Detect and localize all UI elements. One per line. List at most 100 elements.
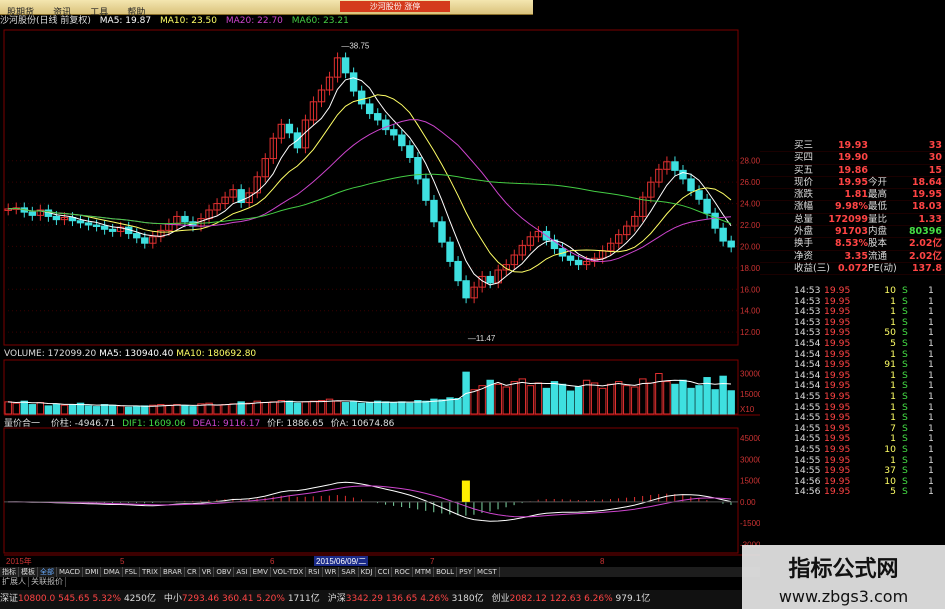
quote-value-right: 137.8 xyxy=(911,262,942,274)
high-annotation: —38.75 xyxy=(341,42,370,51)
volume-bar xyxy=(687,387,695,415)
candle xyxy=(574,259,583,266)
index-quote-field: 4.26% xyxy=(420,594,449,604)
volume-bar xyxy=(663,381,671,415)
indicator-tick-label: 15000 xyxy=(740,477,760,486)
tick-count: 1 xyxy=(928,390,934,402)
indicator-tab[interactable]: BRAR xyxy=(161,567,185,577)
quote-value-right: 19.95 xyxy=(911,189,942,201)
indicator-tab[interactable]: CR xyxy=(185,567,200,577)
month-label: 8 xyxy=(600,557,605,566)
indicator-tab[interactable]: PSY xyxy=(457,567,476,577)
watermark-url: www.zbgs3.com xyxy=(778,587,909,606)
candle xyxy=(486,275,494,284)
volume-bar xyxy=(341,402,350,415)
candle xyxy=(687,178,695,192)
quote-row: 现价 19.95 今开 18.64 xyxy=(760,176,945,190)
candle xyxy=(454,260,462,282)
indicator-tab[interactable]: MCST xyxy=(475,567,500,577)
candle xyxy=(438,221,446,243)
tick-count: 1 xyxy=(928,443,934,455)
volume-ma-line xyxy=(7,379,732,407)
indicator-tab[interactable]: VOL-TDX xyxy=(271,567,307,577)
index-quote[interactable]: 深证10800.0 545.65 5.32% 4250亿 xyxy=(0,594,156,604)
volume-bar xyxy=(92,406,101,415)
indicator-tab[interactable]: KDJ xyxy=(359,567,376,577)
index-quote-field: 360.41 xyxy=(221,594,254,604)
price-tick-label: 20.00 xyxy=(740,242,760,251)
quote-panel: 买三 19.93 33 买四 19.90 30 买五 19.86 15 现价 19.95 今开 18.6… xyxy=(760,140,945,276)
volume-bar xyxy=(590,382,599,415)
candle xyxy=(141,237,149,244)
volume-tick-label: 15000 xyxy=(740,390,760,399)
quote-value: 19.90 xyxy=(837,152,868,164)
indicator-tick-label: 45000 xyxy=(740,434,760,443)
volume-bar xyxy=(28,404,37,415)
volume-bar xyxy=(141,405,149,415)
volume-bar xyxy=(406,402,414,415)
indicator-tab[interactable]: 全部 xyxy=(38,567,57,577)
indicator-tab[interactable]: ROC xyxy=(392,567,413,577)
volume-bar xyxy=(277,400,286,415)
tick-count: 1 xyxy=(928,285,934,296)
indicator-tab[interactable]: CCI xyxy=(376,567,393,577)
quote-value: 19.95 xyxy=(837,176,868,188)
index-quote-field: 122.63 xyxy=(549,594,582,604)
volume-bar xyxy=(333,400,342,415)
indicator-tab[interactable]: EMV xyxy=(251,567,271,577)
quote-value: 9.98% xyxy=(835,201,868,213)
index-quote-field: 979.1亿 xyxy=(615,594,651,604)
candle xyxy=(414,157,422,180)
indicator-tab[interactable]: WR xyxy=(323,567,340,577)
quote-value-right: 33 xyxy=(928,140,942,151)
volume-bar xyxy=(52,403,61,415)
indicator-tab[interactable]: RSI xyxy=(306,567,323,577)
index-quote[interactable]: 创业2082.12 122.63 6.26% 979.1亿 xyxy=(492,594,651,604)
volume-bar xyxy=(36,402,45,415)
indicator-tab[interactable]: ASI xyxy=(234,567,251,577)
indicator-tab[interactable]: DMI xyxy=(83,567,102,577)
volume-bar xyxy=(189,406,197,415)
indicator-tab[interactable]: MACD xyxy=(57,567,83,577)
indicator-tab[interactable]: MTM xyxy=(413,567,435,577)
tick-row: 14:54 19.95 5 S 1 xyxy=(788,338,945,350)
indicator-tab[interactable]: VR xyxy=(200,567,215,577)
indicator-tab[interactable]: TRIX xyxy=(140,567,161,577)
candle xyxy=(422,178,430,201)
watermark-title: 指标公式网 xyxy=(788,557,899,582)
indicator-tab[interactable]: FSL xyxy=(123,567,140,577)
tick-price: 19.95 xyxy=(824,285,851,296)
quote-row: 涨幅 9.98% 最低 18.03 xyxy=(760,201,945,214)
indicator-tab[interactable]: BOLL xyxy=(434,567,458,577)
quote-label: 现价 xyxy=(794,176,814,188)
volume-bar xyxy=(261,402,269,415)
volume-bar xyxy=(285,400,294,415)
indicator-tab[interactable]: DMA xyxy=(101,567,123,577)
kline-chart[interactable]: 28.00 26.00 24.00 22.00 20.00 18.00 16.00 14.00… xyxy=(0,0,760,567)
sub-tab[interactable]: 扩展人 xyxy=(0,577,29,587)
candle xyxy=(390,129,398,136)
index-quote-field: 5.20% xyxy=(256,594,285,604)
index-quote-field: 4250亿 xyxy=(123,594,156,604)
quote-label: 换手 xyxy=(794,238,814,250)
jiaa-readout: 价A: 10674.86 xyxy=(330,419,395,429)
indicator-tab[interactable]: OBV xyxy=(214,567,235,577)
quote-label-right: 内盘 xyxy=(868,226,888,238)
sub-tab[interactable]: 关联报价 xyxy=(29,577,66,587)
candle xyxy=(406,145,414,158)
date-cursor-label: 2015/06/09/二 xyxy=(316,557,366,566)
indicator-tab[interactable]: SAR xyxy=(339,567,359,577)
price-tick-label: 26.00 xyxy=(740,178,760,187)
quote-row: 涨跌 1.81 最高 19.95 xyxy=(760,189,945,202)
indicator-name: 量价合一 xyxy=(4,419,41,429)
site-watermark: 指标公式网 www.zbgs3.com xyxy=(742,545,945,609)
indicator-tick-label: 0.00 xyxy=(740,498,756,507)
indicator-tab[interactable]: 模板 xyxy=(19,567,38,577)
index-quote[interactable]: 中小7293.46 360.41 5.20% 1711亿 xyxy=(164,594,320,604)
indicator-tab[interactable]: 指标 xyxy=(0,567,19,577)
candle xyxy=(76,220,85,224)
candle xyxy=(365,103,374,115)
price-tick-label: 12.00 xyxy=(740,328,760,337)
index-quote[interactable]: 沪深3342.29 136.65 4.26% 3180亿 xyxy=(328,594,484,604)
tick-side: S xyxy=(902,486,908,498)
